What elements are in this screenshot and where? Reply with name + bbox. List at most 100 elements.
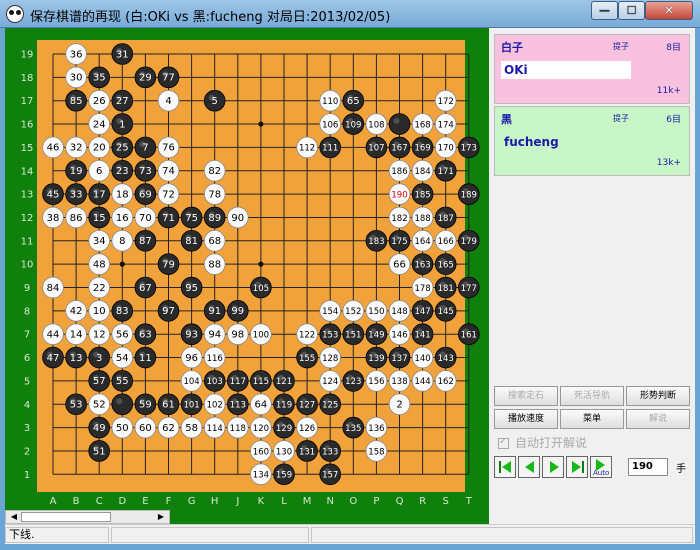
stone-number: 59 xyxy=(139,400,152,411)
stone-number: 79 xyxy=(162,259,175,270)
next-move-button[interactable] xyxy=(542,456,564,478)
black-stone: 89 xyxy=(203,206,226,229)
stone-number: 101 xyxy=(183,401,199,411)
search-joseki-button[interactable]: 搜索定石 xyxy=(494,386,558,406)
black-player-name: fucheng xyxy=(504,135,559,149)
stone-number: 131 xyxy=(299,447,315,457)
stone-number: 124 xyxy=(322,377,338,387)
stone-number: 134 xyxy=(253,471,269,481)
stone-number: 170 xyxy=(438,144,454,154)
black-stone: 5 xyxy=(203,89,226,112)
stone-number: 2 xyxy=(396,400,402,411)
white-stone: 20 xyxy=(88,136,110,159)
black-stone: 13 xyxy=(65,346,87,369)
black-stone: 23 xyxy=(111,159,134,182)
stone-number: 155 xyxy=(299,354,315,364)
white-stone: 146 xyxy=(388,323,411,346)
white-stone: 84 xyxy=(42,276,64,299)
white-stone: 66 xyxy=(388,253,411,275)
stone-number: 14 xyxy=(70,330,83,341)
stone-number: 157 xyxy=(322,471,338,481)
column-label: D xyxy=(118,496,126,507)
position-judge-button[interactable]: 形势判断 xyxy=(626,386,690,406)
previous-move-button[interactable] xyxy=(518,456,540,478)
stone-number: 98 xyxy=(231,330,244,341)
status-text: 下线. xyxy=(5,527,109,543)
black-stone: 79 xyxy=(157,253,180,275)
stone-number: 3 xyxy=(96,353,102,364)
black-stone: 175 xyxy=(388,230,411,252)
black-stone: 153 xyxy=(319,323,342,346)
maximize-button[interactable]: ☐ xyxy=(618,1,645,20)
close-button[interactable]: ✕ xyxy=(645,1,693,20)
white-stone: 112 xyxy=(296,136,318,159)
stone-number: 166 xyxy=(438,237,454,247)
stone-number: 147 xyxy=(414,307,430,317)
white-stone: 74 xyxy=(157,159,180,182)
board-area: 19 18 17 16 15 14 13 12 11 10 9 8 7 6 5 4 3 2 1 ABCDEFGHJK… xyxy=(5,28,489,524)
white-stone: 90 xyxy=(227,206,249,229)
stone-number: 156 xyxy=(368,377,384,387)
white-stone: 36 xyxy=(65,43,87,65)
auto-play-button[interactable]: Auto xyxy=(590,456,612,478)
stone-number: 61 xyxy=(162,400,175,411)
white-stone: 18 xyxy=(111,183,134,205)
black-stone: 159 xyxy=(273,463,295,486)
checkbox-icon[interactable] xyxy=(498,436,509,449)
stone-number: 179 xyxy=(461,237,477,247)
stone-number: 63 xyxy=(139,330,152,341)
stone-number: 116 xyxy=(207,354,223,364)
go-board[interactable]: 19181716151413121110987654321 ABCDEFGHJK… xyxy=(5,28,489,510)
commentary-button[interactable]: 解说 xyxy=(626,409,690,429)
white-stone: 48 xyxy=(88,253,110,275)
black-stone: 61 xyxy=(157,393,180,416)
stone-number: 18 xyxy=(116,189,129,200)
stone-number: 67 xyxy=(139,283,152,294)
stone-number: 165 xyxy=(438,260,454,270)
last-move-button[interactable] xyxy=(566,456,588,478)
column-label: J xyxy=(235,496,239,507)
scroll-thumb[interactable] xyxy=(21,512,111,522)
star-point xyxy=(119,261,125,267)
stone-number: 164 xyxy=(414,237,430,247)
stone-number: 123 xyxy=(345,377,361,387)
white-stone: 172 xyxy=(434,89,457,112)
stone-number: 126 xyxy=(299,424,315,434)
white-stone: 162 xyxy=(434,370,457,392)
black-stone: 187 xyxy=(434,206,457,229)
stone-number: 23 xyxy=(116,166,129,177)
first-move-button[interactable] xyxy=(494,456,516,478)
move-number-field[interactable]: 190 xyxy=(628,458,668,476)
play-speed-button[interactable]: 播放速度 xyxy=(494,409,558,429)
white-stone: 78 xyxy=(203,183,226,205)
auto-commentary-checkbox[interactable]: 自动打开解说 xyxy=(498,434,587,451)
stone-number: 97 xyxy=(162,306,175,317)
stone-number: 95 xyxy=(185,283,198,294)
column-label: G xyxy=(188,496,196,507)
white-stone: 102 xyxy=(203,393,226,416)
black-stone: 177 xyxy=(457,276,480,299)
black-stone: 77 xyxy=(157,66,180,89)
black-stone: 65 xyxy=(342,89,365,112)
stone-number: 144 xyxy=(414,377,430,387)
black-stone: 49 xyxy=(88,416,110,439)
stone-number: 122 xyxy=(299,331,315,341)
black-stone: 59 xyxy=(134,393,157,416)
life-death-nav-button[interactable]: 死活导航 xyxy=(560,386,624,406)
stone-number: 153 xyxy=(322,331,338,341)
star-point xyxy=(258,121,264,127)
stone-number: 50 xyxy=(116,423,129,434)
stone-number: 6 xyxy=(96,166,102,177)
stone-number: 133 xyxy=(322,447,338,457)
menu-button[interactable]: 菜单 xyxy=(560,409,624,429)
stone-number: 121 xyxy=(276,377,292,387)
minimize-button[interactable]: — xyxy=(591,1,618,20)
white-stone: 160 xyxy=(250,440,272,462)
close-icon: ✕ xyxy=(664,4,674,17)
black-stone: 45 xyxy=(42,183,64,205)
black-stone: 25 xyxy=(111,136,134,159)
horizontal-scrollbar[interactable]: ◀ ▶ xyxy=(5,510,170,524)
scroll-left-icon[interactable]: ◀ xyxy=(7,511,21,523)
white-stone: 60 xyxy=(134,416,157,439)
scroll-right-icon[interactable]: ▶ xyxy=(154,511,168,523)
